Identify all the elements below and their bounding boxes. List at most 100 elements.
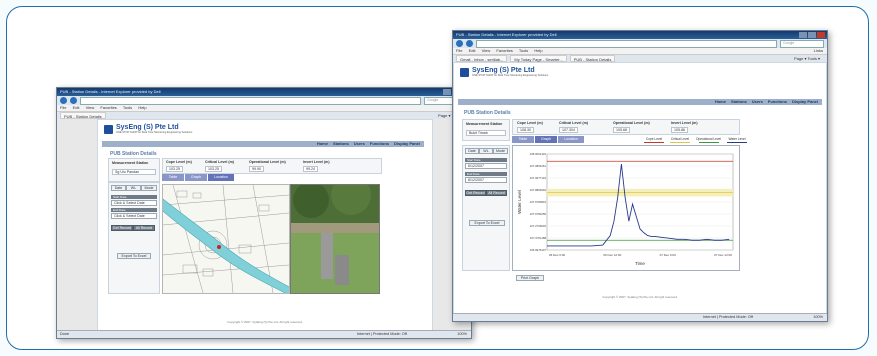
get-record-button[interactable]: Get Record: [111, 225, 133, 231]
tab-graph[interactable]: Graph: [185, 174, 207, 181]
tab-location[interactable]: Location: [558, 136, 584, 143]
minimize-button[interactable]: [799, 32, 807, 38]
y-tick-label: 107.6780844: [530, 200, 547, 204]
end-date-field[interactable]: 8/12/2007: [465, 177, 507, 183]
forward-icon[interactable]: [466, 40, 473, 47]
search-input[interactable]: Google: [780, 39, 824, 48]
menu-help[interactable]: Help: [534, 48, 542, 53]
menu-file[interactable]: File: [456, 48, 462, 53]
menu-favorites[interactable]: Favorites: [100, 105, 116, 110]
logo-mark: [104, 124, 113, 134]
menu-edit[interactable]: Edit: [73, 105, 80, 110]
y-tick-label: 107.2709604: [530, 224, 547, 228]
tab-location[interactable]: Location: [208, 174, 234, 181]
start-date-label: Start Date: [465, 158, 507, 162]
invert-value: 99.24: [303, 166, 318, 172]
tab-table[interactable]: Table: [162, 174, 184, 181]
url-field[interactable]: [80, 96, 421, 105]
tab-date[interactable]: Date: [111, 185, 126, 191]
invert-value: 105.86: [671, 127, 688, 133]
operational-label: Operational Level (m): [249, 160, 286, 164]
start-date-field[interactable]: 6/12/2007: [465, 163, 507, 169]
invert-label: Invert Level (m): [671, 121, 698, 125]
right-browser-window: PUB - Station Details - Internet Explore…: [452, 30, 828, 322]
nav-users[interactable]: Users: [354, 141, 365, 147]
tab-today[interactable]: My Today Page - Smarter...: [510, 55, 567, 62]
left-footer: Copyright © 2007. SysEng (S) Pte Ltd. Al…: [227, 320, 303, 324]
tab-gmail[interactable]: Gmail - Inbox - seriilab...: [456, 55, 508, 62]
export-excel-button[interactable]: Export To Excel: [117, 253, 151, 259]
station-select[interactable]: Sg Ulu Pandan: [112, 169, 156, 175]
tab-station-details[interactable]: PUB - Station Details: [569, 55, 616, 62]
y-tick-label: 106.9976437: [530, 248, 547, 252]
tab-wl[interactable]: WL: [126, 185, 141, 191]
x-tick-label: 06 Dec 12:00: [603, 253, 621, 257]
y-tick-label: 107.0864261: [530, 164, 547, 168]
right-logo: SysEng (S) Pte Ltd ONE STOP SHOP for Rea…: [460, 67, 548, 77]
menu-edit[interactable]: Edit: [469, 48, 476, 53]
station-marker-icon: [217, 245, 221, 249]
cope-value: 103.25: [166, 166, 183, 172]
maximize-button[interactable]: [808, 32, 816, 38]
nav-display-panel[interactable]: Display Panel: [394, 141, 420, 147]
status-zoom[interactable]: 100%: [457, 331, 467, 338]
tab-mode[interactable]: Mode: [493, 148, 508, 154]
menu-view[interactable]: View: [482, 48, 491, 53]
menu-links[interactable]: Links: [814, 48, 823, 54]
tool-controls[interactable]: Page ▾ Tools ▾: [791, 55, 823, 62]
print-graph-button[interactable]: Print Graph: [516, 275, 544, 281]
logo-mark: [460, 67, 469, 77]
menu-tools[interactable]: Tools: [519, 48, 528, 53]
legend-water: Water Level: [727, 137, 747, 143]
menu-favorites[interactable]: Favorites: [496, 48, 512, 53]
section-title: PUB Station Details: [110, 151, 157, 157]
levels-panel: Cope Level (m) 108.30 Critical Level (m)…: [512, 119, 740, 135]
nav-stations[interactable]: Stations: [333, 141, 349, 147]
tab-wl[interactable]: WL: [479, 148, 493, 154]
menu-file[interactable]: File: [60, 105, 66, 110]
back-icon[interactable]: [456, 40, 463, 47]
left-content: SysEng (S) Pte Ltd ONE STOP SHOP for Rea…: [57, 119, 471, 333]
right-address-bar: Google: [453, 39, 827, 48]
minimize-button[interactable]: [443, 89, 451, 95]
station-panel: Measurement Station Bukit Timah: [462, 119, 510, 141]
legend-cope: Cope Level: [644, 137, 664, 143]
tab-station-details[interactable]: PUB - Station Details: [60, 112, 106, 119]
x-tick-label: 06 Dec 0:00: [549, 253, 566, 257]
nav-functions[interactable]: Functions: [768, 99, 787, 105]
station-panel: Measurement Station Sg Ulu Pandan: [108, 158, 160, 182]
nav-home[interactable]: Home: [715, 99, 726, 105]
station-select[interactable]: Bukit Timah: [466, 130, 506, 136]
back-icon[interactable]: [60, 97, 67, 104]
start-date-field[interactable]: Click & Select Date: [111, 200, 157, 206]
get-record-button[interactable]: Get Record: [465, 190, 486, 196]
status-zoom[interactable]: 100%: [813, 314, 823, 321]
close-button[interactable]: [817, 32, 825, 38]
end-date-label: End Date: [111, 208, 157, 212]
forward-icon[interactable]: [70, 97, 77, 104]
operational-value: 99.90: [249, 166, 264, 172]
date-panel: Date WL Mode Start Date 6/12/2007 End Da…: [462, 145, 510, 271]
legend-critical-label: Critical Level: [670, 137, 690, 141]
tab-graph[interactable]: Graph: [535, 136, 557, 143]
menu-help[interactable]: Help: [138, 105, 146, 110]
nav-users[interactable]: Users: [752, 99, 763, 105]
nav-home[interactable]: Home: [317, 141, 328, 147]
nav-functions[interactable]: Functions: [370, 141, 389, 147]
nav-stations[interactable]: Stations: [731, 99, 747, 105]
export-excel-button[interactable]: Export To Excel: [469, 220, 505, 226]
status-zone: Internet | Protected Mode: Off: [703, 315, 753, 319]
cope-label: Cope Level (m): [517, 121, 543, 125]
chart-svg: 108.0061443 107.0864261 107.0677144 107.889…: [517, 152, 734, 266]
tab-table[interactable]: Table: [512, 136, 534, 143]
all-record-button[interactable]: All Record: [486, 190, 507, 196]
menu-tools[interactable]: Tools: [123, 105, 132, 110]
start-date-label: Start Date: [111, 195, 157, 199]
nav-display-panel[interactable]: Display Panel: [792, 99, 818, 105]
tab-mode[interactable]: Mode: [141, 185, 157, 191]
url-field[interactable]: [476, 39, 777, 48]
all-record-button[interactable]: All Record: [133, 225, 155, 231]
end-date-field[interactable]: Click & Select Date: [111, 213, 157, 219]
tab-date[interactable]: Date: [465, 148, 479, 154]
menu-view[interactable]: View: [86, 105, 95, 110]
